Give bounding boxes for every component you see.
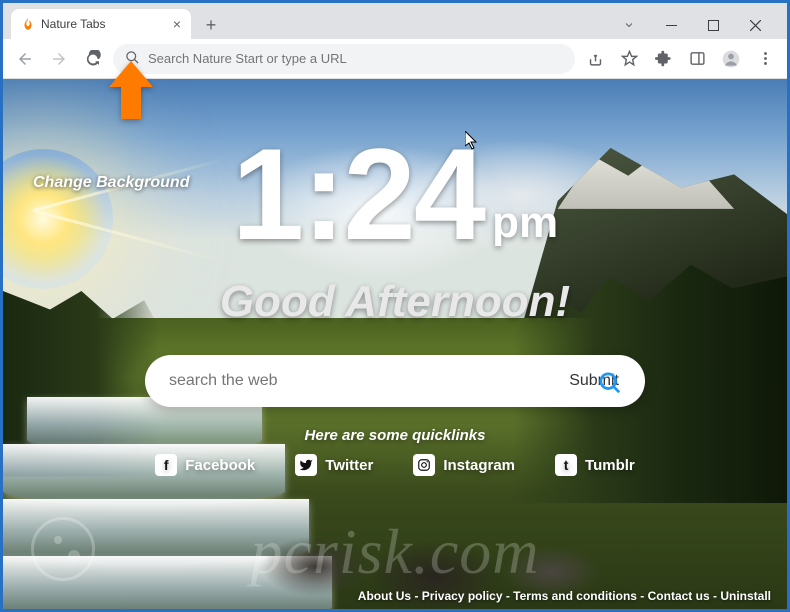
greeting-text: Good Afternoon! xyxy=(220,277,570,327)
share-icon[interactable] xyxy=(581,45,609,73)
menu-icon[interactable] xyxy=(751,45,779,73)
footer-contact[interactable]: Contact us xyxy=(648,589,710,603)
page-content: Change Background 1:24 pm Good Afternoon… xyxy=(3,79,787,609)
address-input[interactable] xyxy=(148,51,563,66)
side-panel-icon[interactable] xyxy=(683,45,711,73)
facebook-icon: f xyxy=(155,454,177,476)
tumblr-icon: t xyxy=(555,454,577,476)
flame-icon xyxy=(21,17,35,31)
search-bar[interactable]: Submit xyxy=(145,355,645,407)
tab-bar: Nature Tabs × + xyxy=(3,3,787,39)
footer-terms[interactable]: Terms and conditions xyxy=(513,589,637,603)
minimize-button[interactable] xyxy=(651,11,691,39)
footer-uninstall[interactable]: Uninstall xyxy=(720,589,771,603)
extensions-icon[interactable] xyxy=(649,45,677,73)
back-button[interactable] xyxy=(11,45,39,73)
browser-tab[interactable]: Nature Tabs × xyxy=(11,9,191,39)
reload-button[interactable] xyxy=(79,45,107,73)
footer-privacy[interactable]: Privacy policy xyxy=(422,589,503,603)
clock-time: 1:24 xyxy=(232,129,484,259)
footer-about[interactable]: About Us xyxy=(358,589,411,603)
quicklink-facebook[interactable]: f Facebook xyxy=(155,454,255,476)
address-bar[interactable] xyxy=(113,44,575,74)
clock-ampm: pm xyxy=(492,201,558,245)
magnify-icon xyxy=(599,372,621,394)
instagram-icon xyxy=(413,454,435,476)
footer-links: About Us - Privacy policy - Terms and co… xyxy=(358,589,771,603)
quicklink-instagram[interactable]: Instagram xyxy=(413,454,515,476)
close-tab-button[interactable]: × xyxy=(173,16,181,32)
tab-title: Nature Tabs xyxy=(41,17,105,31)
change-background-link[interactable]: Change Background xyxy=(33,174,189,192)
maximize-button[interactable] xyxy=(693,11,733,39)
submit-button[interactable]: Submit xyxy=(551,364,637,398)
close-window-button[interactable] xyxy=(735,11,775,39)
clock: 1:24 pm xyxy=(232,129,558,259)
star-icon[interactable] xyxy=(615,45,643,73)
quicklink-tumblr[interactable]: t Tumblr xyxy=(555,454,635,476)
search-input[interactable] xyxy=(169,372,551,390)
quicklinks-header: Here are some quicklinks xyxy=(305,427,486,444)
profile-icon[interactable] xyxy=(717,45,745,73)
new-tab-button[interactable]: + xyxy=(197,11,225,39)
callout-arrow xyxy=(109,61,163,124)
twitter-icon xyxy=(295,454,317,476)
chevron-down-icon[interactable] xyxy=(609,11,649,39)
quicklink-twitter[interactable]: Twitter xyxy=(295,454,373,476)
forward-button[interactable] xyxy=(45,45,73,73)
quicklinks-row: f Facebook Twitter Instagram t Tumblr xyxy=(155,454,635,476)
